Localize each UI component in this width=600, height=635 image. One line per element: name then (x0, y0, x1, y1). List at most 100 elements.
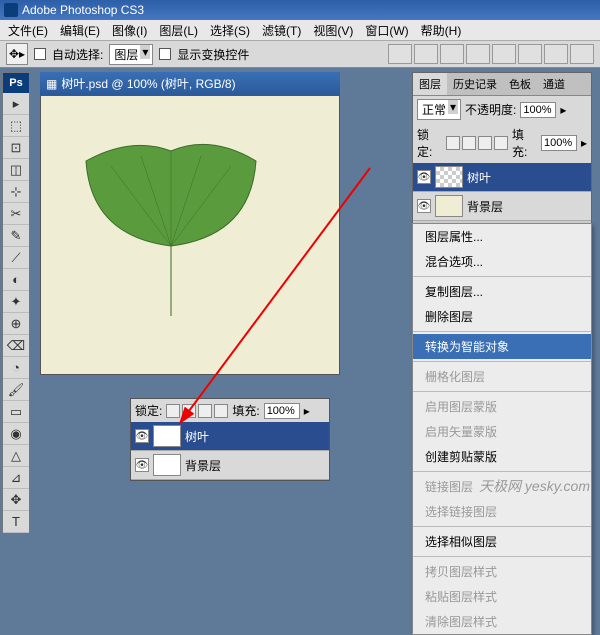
auto-select-label: 自动选择: (52, 46, 103, 63)
layer-list: 👁 树叶 👁背景层 (131, 422, 329, 480)
align-icons (388, 44, 594, 64)
context-menu-item[interactable]: 混合选项... (413, 249, 591, 274)
tab-channels[interactable]: 通道 (537, 73, 571, 95)
lock-transparent-icon[interactable] (446, 136, 460, 150)
tool-button[interactable]: ✂ (3, 203, 29, 225)
tab-history[interactable]: 历史记录 (447, 73, 503, 95)
align-icon[interactable] (518, 44, 542, 64)
tool-button[interactable]: ✦ (3, 291, 29, 313)
tool-button[interactable]: ◔ (3, 357, 29, 379)
layer-name: 树叶 (185, 428, 209, 445)
align-icon[interactable] (544, 44, 568, 64)
tool-button[interactable]: 🖌 (3, 379, 29, 401)
layer-name: 树叶 (467, 169, 491, 186)
tool-button[interactable]: ⟋ (3, 247, 29, 269)
show-transform-checkbox[interactable] (159, 48, 171, 60)
lock-position-icon[interactable] (478, 136, 492, 150)
menu-layer[interactable]: 图层(L) (155, 20, 202, 41)
menu-image[interactable]: 图像(I) (108, 20, 151, 41)
document-window: ▦ 树叶.psd @ 100% (树叶, RGB/8) (40, 72, 340, 375)
fill-input[interactable] (264, 403, 300, 419)
context-menu-item: 粘贴图层样式 (413, 584, 591, 609)
lock-pixels-icon[interactable] (182, 404, 196, 418)
toolbox: Ps ▸⬚⊡◫⊹✂✎⟋◐✦⊕⌫◔🖌▭◉△⊿✥T (2, 72, 30, 534)
menu-view[interactable]: 视图(V) (309, 20, 357, 41)
layer-thumb (153, 454, 181, 476)
lock-pixels-icon[interactable] (462, 136, 476, 150)
visibility-icon[interactable]: 👁 (135, 458, 149, 472)
menu-window[interactable]: 窗口(W) (361, 20, 412, 41)
layer-context-menu: 图层属性...混合选项...复制图层...删除图层转换为智能对象栅格化图层启用图… (412, 223, 592, 635)
tool-button[interactable]: ◉ (3, 423, 29, 445)
align-icon[interactable] (570, 44, 594, 64)
context-menu-item[interactable]: 复制图层... (413, 279, 591, 304)
workspace: Ps ▸⬚⊡◫⊹✂✎⟋◐✦⊕⌫◔🖌▭◉△⊿✥T ▦ 树叶.psd @ 100% … (0, 68, 600, 500)
opacity-input[interactable] (520, 102, 556, 118)
float-layers-panel[interactable]: 锁定: 填充: ▸ 👁树叶👁背景层 (130, 398, 330, 481)
lock-transparent-icon[interactable] (166, 404, 180, 418)
tool-button[interactable]: ✥ (3, 489, 29, 511)
layer-name: 背景层 (467, 198, 503, 215)
target-select[interactable]: 图层 (109, 44, 153, 65)
layer-item[interactable]: 👁 树叶 (413, 163, 591, 192)
layer-thumb (153, 425, 181, 447)
lock-icons (166, 404, 228, 418)
auto-select-checkbox[interactable] (34, 48, 46, 60)
layer-thumb (435, 195, 463, 217)
menu-help[interactable]: 帮助(H) (417, 20, 466, 41)
menu-select[interactable]: 选择(S) (206, 20, 254, 41)
tool-button[interactable]: ⊿ (3, 467, 29, 489)
context-menu-item[interactable]: 删除图层 (413, 304, 591, 329)
align-icon[interactable] (492, 44, 516, 64)
move-tool-icon[interactable]: ✥▸ (6, 43, 28, 65)
menu-file[interactable]: 文件(E) (4, 20, 52, 41)
align-icon[interactable] (388, 44, 412, 64)
app-icon (4, 3, 18, 17)
tool-button[interactable]: ⊹ (3, 181, 29, 203)
tool-button[interactable]: ✎ (3, 225, 29, 247)
context-menu-item: 选择链接图层 (413, 499, 591, 524)
menu-filter[interactable]: 滤镜(T) (258, 20, 305, 41)
context-menu-item[interactable]: 图层属性... (413, 224, 591, 249)
menu-bar: 文件(E) 编辑(E) 图像(I) 图层(L) 选择(S) 滤镜(T) 视图(V… (0, 20, 600, 40)
menu-edit[interactable]: 编辑(E) (56, 20, 104, 41)
lock-all-icon[interactable] (214, 404, 228, 418)
layer-item[interactable]: 👁 背景层 (413, 192, 591, 221)
tool-button[interactable]: ⬚ (3, 115, 29, 137)
align-icon[interactable] (414, 44, 438, 64)
tool-button[interactable]: ⊕ (3, 313, 29, 335)
fill-arrow-icon[interactable]: ▸ (304, 404, 310, 418)
context-menu-item[interactable]: 转换为智能对象 (413, 334, 591, 359)
visibility-icon[interactable]: 👁 (135, 429, 149, 443)
visibility-icon[interactable]: 👁 (417, 199, 431, 213)
canvas[interactable] (40, 95, 340, 375)
lock-position-icon[interactable] (198, 404, 212, 418)
context-menu-item[interactable]: 创建剪贴蒙版 (413, 444, 591, 469)
tool-button[interactable]: △ (3, 445, 29, 467)
fill-input[interactable] (541, 135, 577, 151)
app-title: Adobe Photoshop CS3 (22, 3, 144, 17)
tool-button[interactable]: T (3, 511, 29, 533)
doc-icon: ▦ (46, 77, 57, 91)
context-menu-item[interactable]: 选择相似图层 (413, 529, 591, 554)
tool-button[interactable]: ⌫ (3, 335, 29, 357)
fill-label: 填充: (232, 402, 259, 419)
fill-arrow-icon[interactable]: ▸ (581, 136, 587, 150)
opacity-arrow-icon[interactable]: ▸ (560, 103, 566, 117)
layer-thumb (435, 166, 463, 188)
blend-mode-select[interactable]: 正常 (417, 99, 461, 120)
align-icon[interactable] (466, 44, 490, 64)
tool-button[interactable]: ⊡ (3, 137, 29, 159)
tab-layers[interactable]: 图层 (413, 73, 447, 95)
visibility-icon[interactable]: 👁 (417, 170, 431, 184)
align-icon[interactable] (440, 44, 464, 64)
tool-button[interactable]: ◐ (3, 269, 29, 291)
tool-button[interactable]: ◫ (3, 159, 29, 181)
tool-button[interactable]: ▭ (3, 401, 29, 423)
lock-all-icon[interactable] (494, 136, 508, 150)
document-title-bar[interactable]: ▦ 树叶.psd @ 100% (树叶, RGB/8) (40, 72, 340, 95)
tab-color[interactable]: 色板 (503, 73, 537, 95)
tool-button[interactable]: ▸ (3, 93, 29, 115)
layer-item[interactable]: 👁 树叶 (131, 422, 329, 451)
layer-item[interactable]: 👁背景层 (131, 451, 329, 480)
